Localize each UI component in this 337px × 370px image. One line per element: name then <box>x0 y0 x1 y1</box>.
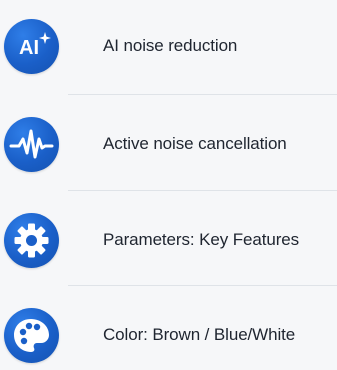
feature-row-active-noise-cancellation: Active noise cancellation <box>0 109 337 179</box>
feature-label: Color: Brown / Blue/White <box>103 325 296 344</box>
feature-label: Parameters: Key Features <box>103 230 300 249</box>
feature-row-parameters: Parameters: Key Features <box>0 205 337 275</box>
gear-icon <box>4 213 59 268</box>
palette-icon <box>4 308 59 363</box>
feature-row-color: Color: Brown / Blue/White <box>0 300 337 370</box>
feature-label: Active noise cancellation <box>103 134 287 153</box>
divider <box>68 285 337 286</box>
divider <box>68 190 337 191</box>
divider <box>68 94 337 95</box>
ai-sparkle-icon: AI <box>4 19 59 74</box>
feature-list: AI AI noise reduction Active noise cance… <box>0 0 337 370</box>
waveform-icon <box>4 117 59 172</box>
feature-label: AI noise reduction <box>103 36 238 55</box>
feature-row-ai-noise-reduction: AI AI noise reduction <box>0 11 337 81</box>
ai-icon-text: AI <box>19 37 39 59</box>
